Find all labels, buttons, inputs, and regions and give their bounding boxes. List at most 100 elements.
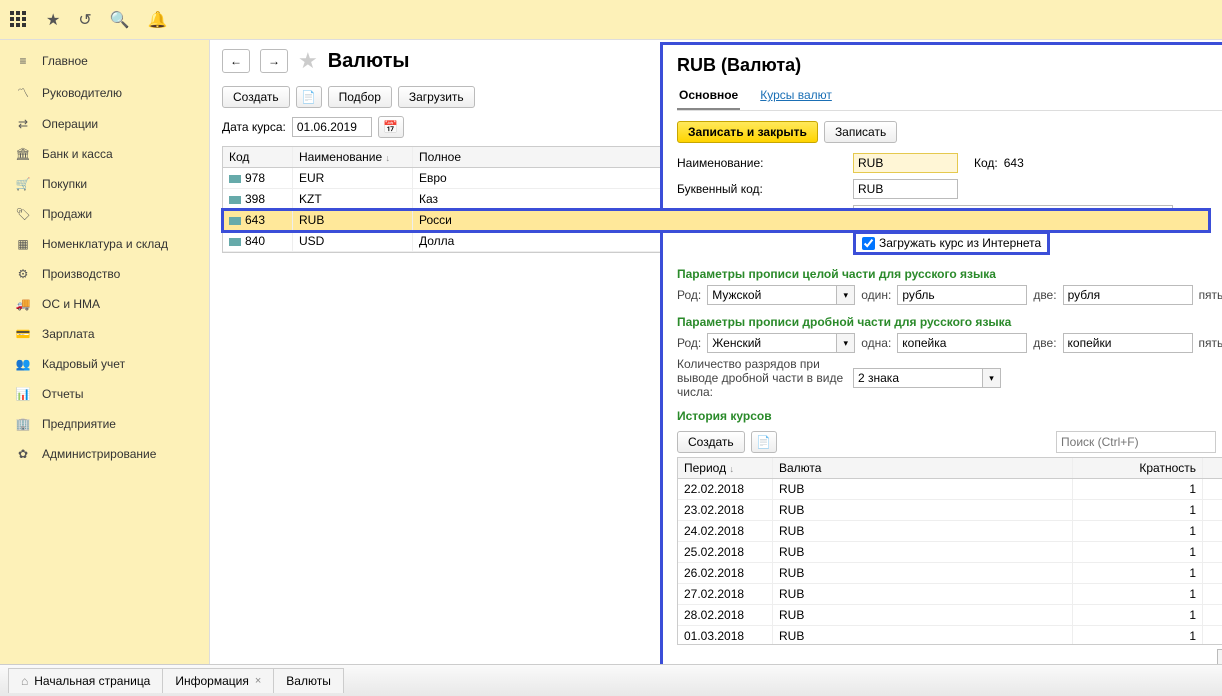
one-frac-input[interactable]: [897, 333, 1027, 353]
back-button[interactable]: ←: [222, 49, 250, 73]
sidebar-item[interactable]: 🏢 Предприятие: [0, 409, 209, 439]
name-label: Наименование:: [677, 156, 847, 170]
history-row[interactable]: 23.02.2018RUB15,6300: [678, 500, 1222, 521]
hist-search-input[interactable]: [1056, 431, 1216, 453]
history-row[interactable]: 01.03.2018RUB15,7000: [678, 626, 1222, 645]
load-internet-input[interactable]: [862, 237, 875, 250]
dropdown-icon[interactable]: ▾: [837, 285, 855, 305]
sidebar-item[interactable]: 💳Зарплата: [0, 319, 209, 349]
close-icon[interactable]: ×: [255, 675, 261, 687]
sidebar-icon: 🛒: [14, 177, 32, 191]
sidebar-label: Руководителю: [42, 86, 122, 100]
hist-copy-button[interactable]: 📄: [751, 431, 777, 453]
sidebar-item[interactable]: 🏛Банк и касса: [0, 139, 209, 169]
code-label: Код:: [974, 156, 998, 170]
sidebar-label: Операции: [42, 117, 98, 131]
history-row[interactable]: 25.02.2018RUB15,6700: [678, 542, 1222, 563]
page-title: Валюты: [328, 50, 410, 73]
sidebar-item[interactable]: ⚙ Производство: [0, 259, 209, 289]
one-int-input[interactable]: [897, 285, 1027, 305]
sidebar-label: Покупки: [42, 177, 87, 191]
history-title: История курсов: [677, 409, 1222, 423]
date-input[interactable]: [292, 117, 372, 137]
sidebar-item[interactable]: 📊 Отчеты: [0, 379, 209, 409]
name-input[interactable]: [853, 153, 958, 173]
sidebar-icon: ⚙: [14, 267, 32, 281]
sidebar-item[interactable]: 🚚ОС и НМА: [0, 289, 209, 319]
sidebar-item[interactable]: ≡ Главное: [0, 46, 209, 76]
sidebar-label: Номенклатура и склад: [42, 237, 168, 251]
sidebar-icon: 🏢: [14, 417, 32, 431]
sidebar-icon: 📊: [14, 387, 32, 401]
hist-col-rate[interactable]: Курс: [1203, 458, 1222, 478]
hist-col-mult[interactable]: Кратность: [1073, 458, 1203, 478]
bell-icon[interactable]: 🔔: [148, 10, 168, 30]
tab-currencies[interactable]: Валюты: [273, 668, 344, 693]
letter-input[interactable]: [853, 179, 958, 199]
date-label: Дата курса:: [222, 120, 286, 134]
sidebar-item[interactable]: 🏷Продажи: [0, 199, 209, 229]
dropdown-icon[interactable]: ▾: [983, 368, 1001, 388]
digits-select[interactable]: [853, 368, 983, 388]
sidebar-icon: ≡: [14, 54, 32, 68]
calendar-icon[interactable]: 📅: [378, 116, 404, 138]
hist-col-period[interactable]: Период ↓: [678, 458, 773, 478]
load-button[interactable]: Загрузить: [398, 86, 475, 108]
table-row[interactable]: 643RUBРосси: [223, 210, 1209, 231]
copy-button[interactable]: 📄: [296, 86, 322, 108]
sidebar-icon: ✿: [14, 447, 32, 461]
sidebar-label: Производство: [42, 267, 120, 281]
tab-main[interactable]: Основное: [677, 84, 740, 110]
sidebar-label: Предприятие: [42, 417, 116, 431]
history-row[interactable]: 26.02.2018RUB15,6700: [678, 563, 1222, 584]
gender-int-select[interactable]: [707, 285, 837, 305]
tab-info[interactable]: Информация×: [162, 668, 274, 693]
history-icon[interactable]: ↺: [78, 10, 91, 30]
sidebar-label: Отчеты: [42, 387, 83, 401]
gender-frac-select[interactable]: [707, 333, 837, 353]
sidebar-item[interactable]: 👥Кадровый учет: [0, 349, 209, 379]
col-code[interactable]: Код: [223, 147, 293, 167]
section-integer: Параметры прописи целой части для русско…: [677, 267, 1222, 281]
sidebar-label: Продажи: [42, 207, 92, 221]
history-row[interactable]: 22.02.2018RUB15,6500: [678, 479, 1222, 500]
sidebar-icon: 💳: [14, 327, 32, 341]
two-int-input[interactable]: [1063, 285, 1193, 305]
create-button[interactable]: Создать: [222, 86, 290, 108]
two-frac-input[interactable]: [1063, 333, 1193, 353]
dialog-title: RUB (Валюта): [677, 55, 1222, 76]
sidebar: ≡ Главное 〽 Руководителю ⇄Операции🏛Банк и ка…: [0, 40, 210, 664]
sidebar-icon: 〽: [14, 84, 32, 101]
search-icon[interactable]: 🔍: [110, 10, 130, 30]
sidebar-item[interactable]: 〽 Руководителю: [0, 76, 209, 109]
pick-button[interactable]: Подбор: [328, 86, 392, 108]
load-internet-checkbox[interactable]: Загружать курс из Интернета: [853, 231, 1050, 255]
sidebar-label: Банк и касса: [42, 147, 113, 161]
hist-col-currency[interactable]: Валюта: [773, 458, 1073, 478]
star-icon[interactable]: ★: [46, 10, 60, 30]
sidebar-label: ОС и НМА: [42, 297, 100, 311]
hist-create-button[interactable]: Создать: [677, 431, 745, 453]
currency-dialog: RUB (Валюта) Основное Курсы валют Записа…: [660, 42, 1222, 682]
history-row[interactable]: 24.02.2018RUB15,6700: [678, 521, 1222, 542]
apps-icon[interactable]: [10, 11, 28, 29]
sidebar-label: Главное: [42, 54, 88, 68]
col-name[interactable]: Наименование ↓: [293, 147, 413, 167]
favorite-icon[interactable]: ★: [298, 48, 318, 74]
tab-home[interactable]: ⌂Начальная страница: [8, 668, 163, 693]
forward-button[interactable]: →: [260, 49, 288, 73]
dropdown-icon[interactable]: ▾: [837, 333, 855, 353]
history-row[interactable]: 27.02.2018RUB15,7000: [678, 584, 1222, 605]
save-button[interactable]: Записать: [824, 121, 897, 143]
sidebar-item[interactable]: 🛒 Покупки: [0, 169, 209, 199]
sidebar-item[interactable]: ⇄Операции: [0, 109, 209, 139]
sidebar-item[interactable]: ✿Администрирование: [0, 439, 209, 469]
sidebar-icon: 👥: [14, 357, 32, 371]
home-icon: ⌂: [21, 674, 28, 688]
history-grid: Период ↓ Валюта Кратность Курс 22.02.201…: [677, 457, 1222, 645]
tab-rates[interactable]: Курсы валют: [758, 84, 834, 110]
save-close-button[interactable]: Записать и закрыть: [677, 121, 818, 143]
history-row[interactable]: 28.02.2018RUB15,7100: [678, 605, 1222, 626]
sidebar-item[interactable]: ▦Номенклатура и склад: [0, 229, 209, 259]
code-value: 643: [1004, 156, 1024, 170]
